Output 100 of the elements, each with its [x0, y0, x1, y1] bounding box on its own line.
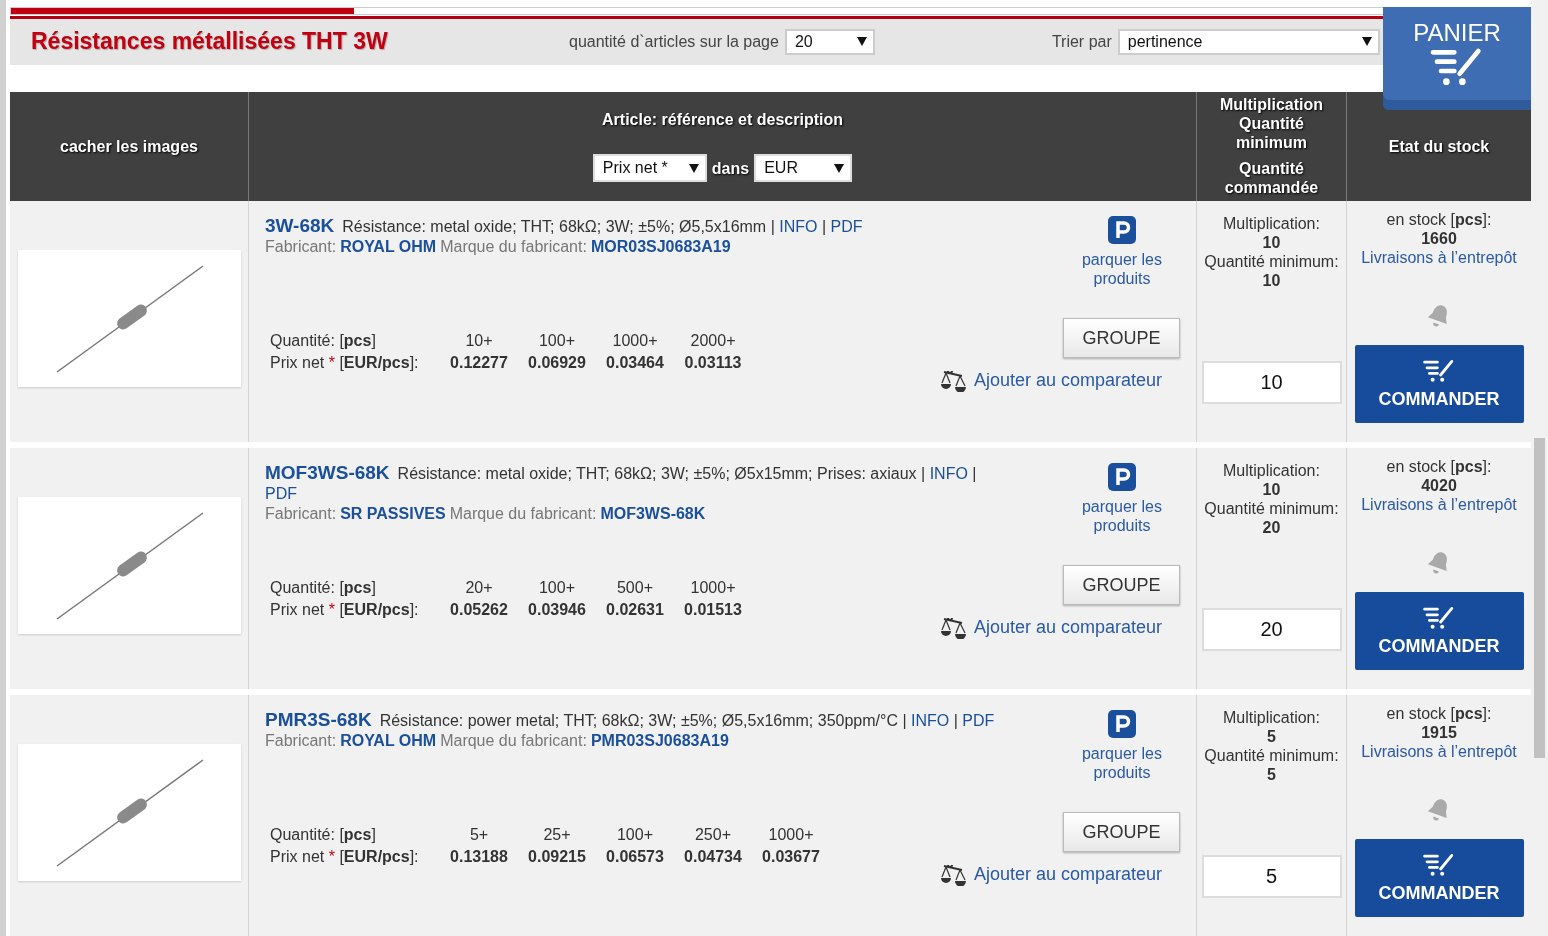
price-unit: [EUR/pcs]: — [339, 354, 419, 372]
multiplication-value: 5 — [1267, 727, 1276, 747]
info-link[interactable]: INFO — [929, 465, 968, 483]
price-label: Prix net — [270, 848, 325, 865]
product-reference-link[interactable]: MOF3WS-68K — [265, 462, 390, 484]
stock-value: 4020 — [1421, 476, 1457, 496]
minimum-value: 20 — [1262, 518, 1281, 538]
cart-button[interactable]: PANIER — [1383, 7, 1531, 110]
stock-label: en stock [pcs]: — [1386, 210, 1492, 230]
multiplication-value: 10 — [1262, 233, 1281, 253]
park-products-link[interactable]: parquer les produits — [1064, 463, 1180, 536]
column-title: Quantité commandée — [1224, 159, 1319, 198]
quantity-threshold: 500+ — [615, 579, 654, 598]
tier-price: 0.04734 — [683, 848, 743, 866]
price-label: Prix net — [270, 354, 325, 372]
tier-price: 0.03113 — [683, 354, 743, 373]
stock-value: 1915 — [1421, 723, 1457, 743]
parking-icon — [1108, 463, 1136, 492]
maker-link[interactable]: SR PASSIVES — [340, 504, 446, 525]
tier-price: 0.03677 — [761, 848, 821, 866]
page-title: Résistances métallisées THT 3W — [31, 28, 389, 56]
sort-select[interactable]: pertinence — [1117, 28, 1380, 55]
info-link[interactable]: INFO — [779, 218, 818, 236]
hide-images-link[interactable]: cacher les images — [60, 136, 198, 156]
minimum-label: Quantité minimum: — [1204, 499, 1339, 519]
compare-link[interactable]: Ajouter au comparateur — [939, 862, 1162, 887]
maker-link[interactable]: ROYAL OHM — [340, 731, 437, 752]
minimum-label: Quantité minimum: — [1204, 252, 1339, 272]
cart-icon — [1423, 358, 1455, 383]
brand-label: Marque du fabricant: — [440, 731, 587, 752]
group-button[interactable]: GROUPE — [1063, 318, 1180, 359]
price-type-select[interactable]: Prix net * — [592, 154, 707, 183]
caret-icon — [1361, 37, 1372, 47]
product-reference-link[interactable]: 3W-68K — [265, 215, 335, 237]
tier-price: 0.06929 — [527, 354, 587, 373]
multiplication-value: 10 — [1262, 480, 1281, 500]
stock-label: en stock [pcs]: — [1386, 457, 1492, 477]
column-title: Multiplication Quantité minimum — [1219, 95, 1324, 153]
in-label: dans — [711, 158, 750, 178]
compare-link[interactable]: Ajouter au comparateur — [939, 368, 1162, 393]
quantity-field[interactable]: 10 — [1201, 361, 1342, 405]
delivery-link[interactable]: Livraisons à l’entrepôt — [1361, 495, 1517, 515]
cart-icon — [1423, 605, 1455, 630]
maker-link[interactable]: ROYAL OHM — [340, 237, 437, 258]
pdf-link[interactable]: PDF — [830, 218, 863, 236]
cart-icon — [1423, 852, 1455, 877]
minimum-label: Quantité minimum: — [1204, 746, 1339, 766]
caret-icon — [834, 163, 845, 173]
compare-link[interactable]: Ajouter au comparateur — [939, 615, 1162, 640]
price-unit: [EUR/pcs]: — [339, 848, 419, 865]
brand-link[interactable]: PMR03SJ0683A19 — [590, 731, 729, 752]
quantity-threshold: 100+ — [537, 579, 576, 598]
asterisk: * — [328, 848, 335, 865]
pdf-link[interactable]: PDF — [265, 485, 297, 503]
price-unit: [EUR/pcs]: — [339, 601, 419, 619]
caret-icon — [856, 37, 867, 47]
delivery-link[interactable]: Livraisons à l’entrepôt — [1361, 248, 1517, 268]
brand-link[interactable]: MOF3WS-68K — [600, 504, 706, 525]
maker-label: Fabricant: — [265, 504, 337, 525]
quantity-threshold: 100+ — [615, 826, 654, 844]
park-products-link[interactable]: parquer les produits — [1064, 216, 1180, 289]
quantity-threshold: 2000+ — [689, 332, 737, 351]
caret-icon — [688, 163, 699, 173]
per-page-select[interactable]: 20 — [784, 28, 875, 55]
brand-link[interactable]: MOR03SJ0683A19 — [590, 237, 731, 258]
scales-icon — [939, 368, 968, 393]
minimum-value: 10 — [1262, 271, 1281, 291]
parking-icon — [1108, 216, 1136, 245]
group-button[interactable]: GROUPE — [1063, 565, 1180, 606]
quantity-threshold: 1000+ — [611, 332, 659, 351]
currency-select[interactable]: EUR — [754, 154, 853, 183]
delivery-link[interactable]: Livraisons à l’entrepôt — [1361, 742, 1517, 762]
quantity-threshold: 5+ — [468, 826, 490, 844]
quantity-threshold: 20+ — [464, 579, 494, 598]
quantity-threshold: 25+ — [542, 826, 572, 844]
order-button[interactable]: COMMANDER — [1354, 592, 1524, 671]
order-button[interactable]: COMMANDER — [1354, 345, 1524, 424]
quantity-field[interactable]: 20 — [1201, 608, 1342, 652]
cart-icon — [1430, 47, 1484, 87]
per-page-label: quantité d`articles sur la page — [569, 32, 779, 51]
park-products-link[interactable]: parquer les produits — [1064, 710, 1180, 783]
scales-icon — [939, 862, 968, 887]
product-description: 3W-68K Résistance: metal oxide; THT; 68kΩ; 3W; ±5%; Ø5,5x16mm | INFO | PDF — [265, 216, 864, 238]
tier-price: 0.03946 — [527, 601, 587, 620]
product-description: MOF3WS-68K Résistance: metal oxide; THT; 68kΩ; 3W; ±5%; Ø5x15mm; Prises: axiaux | INFO | PDF — [265, 463, 978, 505]
pdf-link[interactable]: PDF — [962, 712, 995, 730]
info-link[interactable]: INFO — [911, 712, 950, 730]
quantity-field[interactable]: 5 — [1201, 855, 1342, 898]
minimum-value: 5 — [1267, 765, 1276, 785]
column-title: Etat du stock — [1388, 136, 1490, 156]
quantity-threshold: 10+ — [464, 332, 494, 351]
parking-icon — [1108, 710, 1136, 739]
order-button[interactable]: COMMANDER — [1354, 839, 1524, 918]
group-button[interactable]: GROUPE — [1063, 812, 1180, 853]
brand-label: Marque du fabricant: — [440, 237, 587, 258]
quantity-threshold: 100+ — [537, 332, 576, 351]
scales-icon — [939, 615, 968, 640]
product-reference-link[interactable]: PMR3S-68K — [265, 709, 372, 731]
tier-price: 0.01513 — [683, 601, 743, 620]
quantity-threshold: 250+ — [693, 826, 732, 844]
